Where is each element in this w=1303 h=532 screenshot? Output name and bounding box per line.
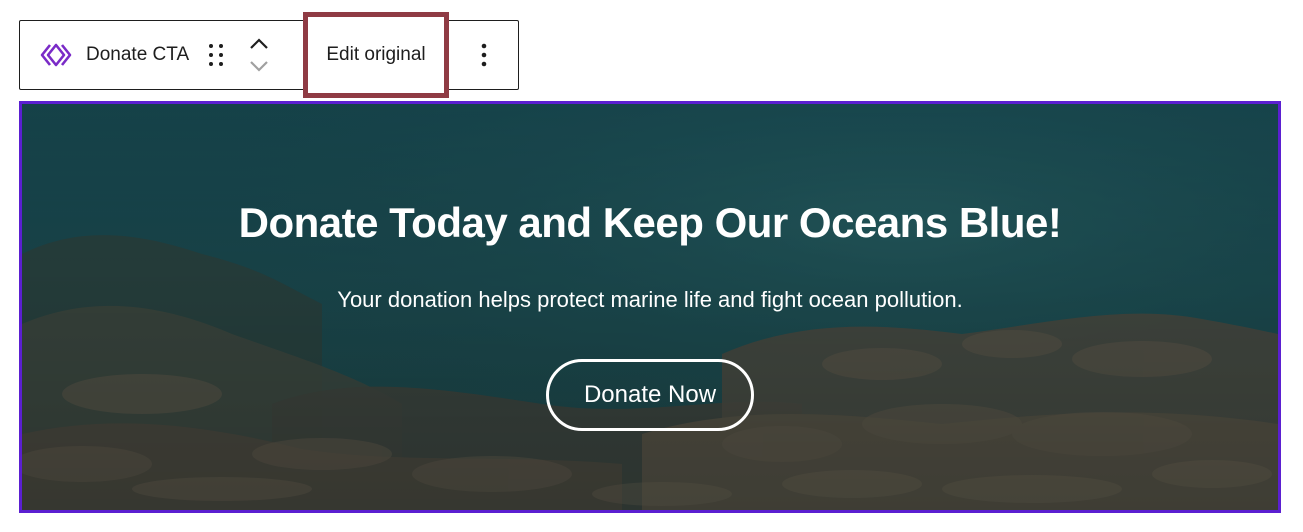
drag-handle-icon[interactable]	[207, 41, 225, 69]
block-switcher[interactable]: Donate CTA	[20, 21, 189, 89]
edit-original-button[interactable]: Edit original	[303, 12, 449, 98]
chevron-down-icon	[250, 61, 268, 72]
cta-heading: Donate Today and Keep Our Oceans Blue!	[238, 199, 1062, 246]
block-toolbar: Donate CTA Edit original	[19, 12, 519, 98]
chevron-up-icon	[250, 38, 268, 49]
block-name-label: Donate CTA	[86, 44, 190, 65]
vertical-ellipsis-icon	[481, 43, 487, 67]
synced-pattern-icon	[40, 39, 72, 71]
cta-subtext: Your donation helps protect marine life …	[337, 287, 963, 312]
block-movers	[247, 30, 271, 80]
more-options-button[interactable]	[472, 35, 496, 75]
donate-cta-block[interactable]: Donate Today and Keep Our Oceans Blue! Y…	[19, 101, 1281, 513]
move-up-button[interactable]	[247, 33, 271, 55]
cta-content: Donate Today and Keep Our Oceans Blue! Y…	[22, 104, 1278, 510]
move-down-button[interactable]	[247, 55, 271, 77]
donate-now-button[interactable]: Donate Now	[546, 359, 754, 431]
